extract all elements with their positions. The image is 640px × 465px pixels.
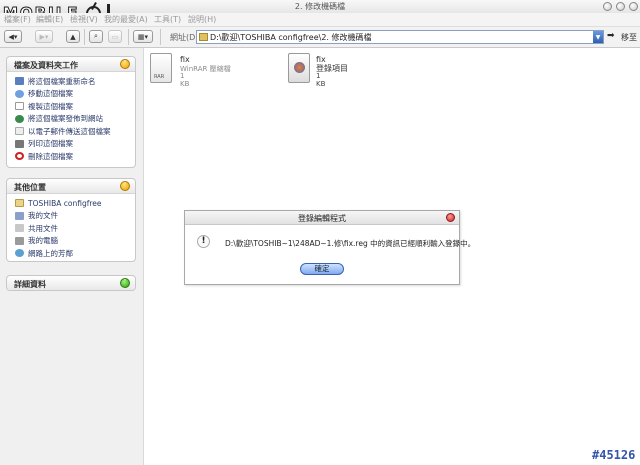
collapse-icon[interactable]: ˄ <box>120 181 130 191</box>
email-icon <box>15 127 24 136</box>
toolbar-divider <box>160 29 161 45</box>
menu-edit[interactable]: 編輯(E) <box>36 14 63 25</box>
file-tasks-header[interactable]: 檔案及資料夾工作 ˄ <box>7 57 135 72</box>
menu-tools[interactable]: 工具(T) <box>154 14 181 25</box>
shared-documents-icon <box>15 224 24 233</box>
toolbar-divider <box>128 29 129 45</box>
panel-title: 其他位置 <box>14 183 46 192</box>
ok-button[interactable]: 確定 <box>300 263 344 275</box>
network-icon <box>15 249 24 258</box>
task-label: 刪除這個檔案 <box>28 151 73 161</box>
publish-icon <box>15 114 24 123</box>
back-arrow-icon: ◀▾ <box>8 32 18 41</box>
details-panel: 詳細資料 ˅ <box>6 275 136 291</box>
task-label: 移動這個檔案 <box>28 89 73 99</box>
place-network[interactable]: 網路上的芳鄰 <box>7 247 135 260</box>
maximize-button[interactable] <box>616 2 625 11</box>
other-places-header[interactable]: 其他位置 ˄ <box>7 179 135 194</box>
task-publish[interactable]: 將這個檔案發佈到網站 <box>7 113 135 126</box>
place-my-documents[interactable]: 我的文件 <box>7 210 135 223</box>
print-icon <box>15 139 24 148</box>
task-label: 複製這個檔案 <box>28 101 73 111</box>
views-grid-icon: ▦▾ <box>137 32 149 41</box>
file-size: 1 KB <box>316 72 326 88</box>
rar-icon-label: RAR <box>154 74 165 80</box>
file-size: 1 KB <box>180 72 190 88</box>
my-computer-icon <box>15 236 24 245</box>
file-name: fix <box>180 55 190 64</box>
place-label: 共用文件 <box>28 223 58 233</box>
back-button[interactable]: ◀▾ <box>4 30 22 43</box>
up-button[interactable]: ▲ <box>66 30 80 43</box>
task-pane: 檔案及資料夾工作 ˄ 將這個檔案重新命名 移動這個檔案 複製這個檔案 將這個檔案… <box>0 48 144 465</box>
panel-title: 檔案及資料夾工作 <box>14 61 78 70</box>
task-label: 將這個檔案重新命名 <box>28 76 96 86</box>
panel-title: 詳細資料 <box>14 280 46 289</box>
task-rename[interactable]: 將這個檔案重新命名 <box>7 75 135 88</box>
collapse-icon[interactable]: ˄ <box>120 59 130 69</box>
task-email[interactable]: 以電子郵件傳送這個檔案 <box>7 125 135 138</box>
menu-bar: 檔案(F) 編輯(E) 檢視(V) 我的最愛(A) 工具(T) 說明(H) <box>0 13 640 27</box>
expand-icon[interactable]: ˅ <box>120 278 130 288</box>
file-tasks-panel: 檔案及資料夾工作 ˄ 將這個檔案重新命名 移動這個檔案 複製這個檔案 將這個檔案… <box>6 56 136 168</box>
dialog-title-bar[interactable]: 登錄編輯程式 <box>185 211 459 225</box>
task-label: 列印這個檔案 <box>28 139 73 149</box>
warning-icon: ! <box>197 235 210 248</box>
minimize-button[interactable] <box>603 2 612 11</box>
dialog-title: 登錄編輯程式 <box>298 214 346 223</box>
toolbar: ◀▾ ▶▾ ▲ ⌕ ▭ ▦▾ 網址(D) D:\歡迎\TOSHIBA confi… <box>0 27 640 48</box>
place-my-computer[interactable]: 我的電腦 <box>7 235 135 248</box>
place-label: TOSHIBA configfree <box>28 198 102 208</box>
forward-button[interactable]: ▶▾ <box>35 30 53 43</box>
folder-icon <box>15 199 24 208</box>
copy-icon <box>15 102 24 111</box>
folders-button[interactable]: ▭ <box>108 30 122 43</box>
registry-cubes-icon <box>294 62 305 73</box>
task-print[interactable]: 列印這個檔案 <box>7 138 135 151</box>
place-label: 我的文件 <box>28 211 58 221</box>
go-button[interactable]: 移至 <box>621 32 637 43</box>
registry-editor-dialog: 登錄編輯程式 ! D:\歡迎\TOSHIB~1\248AD~1.修\fix.re… <box>184 210 475 285</box>
place-shared-documents[interactable]: 共用文件 <box>7 222 135 235</box>
delete-icon <box>15 152 24 161</box>
rename-icon <box>15 77 24 86</box>
other-places-panel: 其他位置 ˄ TOSHIBA configfree 我的文件 共用文件 我的電腦… <box>6 178 136 262</box>
rar-archive-icon: RAR <box>150 53 172 83</box>
move-icon <box>15 89 24 98</box>
place-toshiba-configfree[interactable]: TOSHIBA configfree <box>7 197 135 210</box>
address-label: 網址(D) <box>170 33 199 42</box>
registry-file-icon <box>288 53 310 83</box>
folders-icon: ▭ <box>111 32 119 41</box>
task-label: 以電子郵件傳送這個檔案 <box>28 126 111 136</box>
search-button[interactable]: ⌕ <box>89 30 103 43</box>
menu-file[interactable]: 檔案(F) <box>4 14 31 25</box>
menu-favorites[interactable]: 我的最愛(A) <box>104 14 148 25</box>
task-delete[interactable]: 刪除這個檔案 <box>7 150 135 163</box>
go-arrow-icon[interactable]: ➡ <box>607 31 615 41</box>
folder-icon <box>199 33 208 41</box>
search-icon: ⌕ <box>94 32 98 40</box>
close-button[interactable] <box>629 2 638 11</box>
place-label: 網路上的芳鄰 <box>28 248 73 258</box>
views-button[interactable]: ▦▾ <box>133 30 153 43</box>
forward-arrow-icon: ▶▾ <box>39 32 49 41</box>
dialog-close-button[interactable] <box>446 213 455 222</box>
address-value[interactable]: D:\歡迎\TOSHIBA configfree\2. 修改機碼檔 <box>210 32 372 43</box>
menu-view[interactable]: 檢視(V) <box>70 14 98 25</box>
place-label: 我的電腦 <box>28 236 58 246</box>
watermark: #45126 <box>592 448 636 462</box>
task-move[interactable]: 移動這個檔案 <box>7 88 135 101</box>
details-header[interactable]: 詳細資料 ˅ <box>7 276 135 290</box>
address-dropdown-icon[interactable]: ▼ <box>593 31 603 43</box>
task-label: 將這個檔案發佈到網站 <box>28 114 103 124</box>
my-documents-icon <box>15 211 24 220</box>
task-copy[interactable]: 複製這個檔案 <box>7 100 135 113</box>
address-input[interactable]: D:\歡迎\TOSHIBA configfree\2. 修改機碼檔 ▼ <box>196 30 604 44</box>
menu-help[interactable]: 說明(H) <box>188 14 216 25</box>
dialog-message: D:\歡迎\TOSHIB~1\248AD~1.修\fix.reg 中的資訊已經順… <box>225 239 476 248</box>
up-arrow-icon: ▲ <box>70 32 76 41</box>
toolbar-divider <box>84 29 85 45</box>
